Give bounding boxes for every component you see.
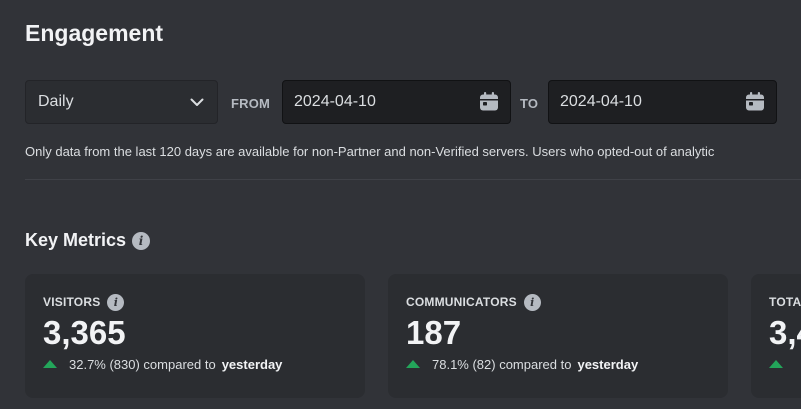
metric-change-period: yesterday — [577, 356, 639, 372]
metric-label: VISITORS i — [43, 293, 347, 311]
metric-label-text: TOTA — [769, 295, 801, 309]
interval-selected-value: Daily — [38, 93, 74, 110]
trend-up-icon — [406, 360, 420, 368]
engagement-page: Engagement Daily FROM 2024-04-10 TO 2024… — [0, 0, 801, 409]
metric-change: 78.1% (82) compared to yesterday — [406, 355, 710, 373]
metric-change-period: yesterday — [221, 356, 283, 372]
metric-change: 32.7% (830) compared to yesterday — [43, 355, 347, 373]
key-metrics-title: Key Metrics — [25, 230, 127, 250]
metric-label: COMMUNICATORS i — [406, 293, 710, 311]
to-date-value: 2024-04-10 — [560, 93, 642, 110]
trend-up-icon — [769, 360, 783, 368]
trend-up-icon — [43, 360, 57, 368]
from-date-value: 2024-04-10 — [294, 93, 376, 110]
metric-value: 3,4 — [769, 314, 801, 351]
key-metrics-heading: Key Metrics i — [25, 230, 151, 251]
metric-label: TOTA — [769, 293, 801, 311]
metric-label-text: VISITORS — [43, 295, 101, 309]
metric-change-text: 78.1% (82) compared to — [432, 356, 572, 372]
to-date-input[interactable]: 2024-04-10 — [548, 80, 777, 124]
interval-select[interactable]: Daily — [25, 80, 218, 124]
to-label: TO — [520, 96, 539, 111]
metric-value: 3,365 — [43, 314, 126, 351]
info-icon[interactable]: i — [132, 231, 151, 250]
metric-card-total: TOTA 3,4 — [751, 274, 801, 398]
metric-change-text: 32.7% (830) compared to — [69, 356, 216, 372]
metric-label-text: COMMUNICATORS — [406, 295, 517, 309]
calendar-icon[interactable] — [477, 90, 501, 114]
data-availability-note: Only data from the last 120 days are ava… — [25, 144, 715, 159]
metric-value: 187 — [406, 314, 462, 351]
metric-change — [769, 355, 801, 373]
calendar-icon[interactable] — [743, 90, 767, 114]
from-label: FROM — [231, 96, 271, 111]
chevron-down-icon — [190, 95, 204, 109]
info-icon[interactable]: i — [107, 293, 125, 311]
from-date-input[interactable]: 2024-04-10 — [282, 80, 511, 124]
metric-card-visitors: VISITORS i 3,365 32.7% (830) compared to… — [25, 274, 365, 398]
page-title: Engagement — [25, 20, 164, 46]
info-icon[interactable]: i — [523, 293, 541, 311]
metric-card-communicators: COMMUNICATORS i 187 78.1% (82) compared … — [388, 274, 728, 398]
section-divider — [25, 179, 801, 180]
